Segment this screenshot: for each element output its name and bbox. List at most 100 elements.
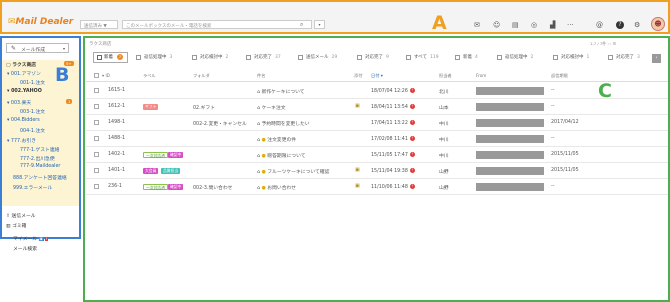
row-subject[interactable]: ⌂ 予約時間を変更したい	[257, 120, 310, 127]
table-row[interactable]: 1401-1 大会員 品質担当 ⌂ ● フルーツケーキについて確認 ▣ 15/1…	[86, 163, 668, 179]
tab-all[interactable]: すべて 119	[406, 52, 439, 63]
row-subject[interactable]: ⌂ ● フルーツケーキについて確認	[257, 168, 329, 175]
row-checkbox[interactable]	[94, 168, 99, 173]
search-icon[interactable]: ⌕	[300, 21, 303, 29]
folder-item[interactable]: 001-1.注文	[20, 79, 45, 86]
alert-icon: !	[409, 136, 415, 141]
header-divider	[86, 81, 668, 82]
row-owner: 北川	[439, 90, 449, 95]
more-icon[interactable]: ···	[567, 21, 574, 29]
row-subject[interactable]: ⌂ ● 注文変更の件	[257, 136, 296, 143]
col-header-deadline[interactable]: 返信期限	[551, 73, 568, 79]
col-header-subject[interactable]: 件名	[257, 73, 265, 79]
select-all-checkbox[interactable]	[94, 73, 99, 78]
row-subject[interactable]: ⌂ ● 贈答期限について	[257, 152, 306, 159]
attachment-icon: ▣	[355, 103, 360, 109]
folder-item[interactable]: ▾ 004.Bidders	[7, 118, 40, 123]
row-date: 15/11/05 17:47!	[371, 152, 415, 158]
table-row[interactable]: 1488-1 ⌂ ● 注文変更の件 17/02/08 11:41! 中川 --	[86, 131, 668, 147]
tab-considering-2[interactable]: 対応検討中 1	[553, 52, 589, 63]
folder-item[interactable]: ▾ 003.楽天	[7, 99, 31, 106]
row-checkbox[interactable]	[94, 120, 99, 125]
folder-item[interactable]: ▾ 001.アマゾン	[7, 70, 41, 77]
tab-new[interactable]: 新着 7	[93, 52, 128, 63]
search-options-dropdown[interactable]: ▾	[314, 20, 325, 29]
folder-item[interactable]: 777-2.出川急便	[20, 155, 55, 162]
table-row[interactable]: 1615-1 ⌂ 新作ケーキについて 18/07/04 12:26! 北川 --	[86, 83, 668, 99]
folder-item[interactable]: 777-9.Maildealer	[20, 164, 60, 169]
tab-replying[interactable]: 返信処理中 3	[136, 52, 172, 63]
folder-item[interactable]: ▾ 777.お引き	[7, 137, 36, 144]
folder-item[interactable]: 004-1.注文	[20, 127, 45, 134]
row-owner: 山本	[439, 106, 449, 111]
col-header-attachment[interactable]: 添付	[354, 73, 362, 79]
tab-considering[interactable]: 対応検討中 2	[192, 52, 228, 63]
row-deadline: 2017/04/12	[551, 120, 579, 125]
col-header-date[interactable]: 日付 ▾	[371, 73, 383, 79]
row-checkbox[interactable]	[94, 152, 99, 157]
row-checkbox[interactable]	[94, 104, 99, 109]
mail-icon[interactable]: ✉	[474, 21, 480, 29]
folder-item[interactable]: 888.アンケート回答連絡	[13, 174, 67, 181]
smile-icon[interactable]: ☺	[493, 21, 500, 29]
row-subject[interactable]: ⌂ ケーキ注文	[257, 104, 286, 111]
alert-icon: !	[409, 152, 415, 157]
tab-sent[interactable]: 送信メール 29	[298, 52, 337, 63]
gear-icon[interactable]: ⚙	[634, 21, 640, 29]
my-mail-link[interactable]: マイメール ▣!	[13, 235, 49, 242]
row-checkbox[interactable]	[94, 184, 99, 189]
search-input[interactable]: このメールボックスのメール・電話を検索	[122, 20, 312, 29]
trash-link[interactable]: ▥ ゴミ箱	[6, 222, 26, 229]
folder-item[interactable]: 777-1.ゲスト連絡	[20, 146, 59, 153]
tab-done-2[interactable]: 対応完了 9	[357, 52, 389, 63]
row-subject[interactable]: ⌂ 新作ケーキについて	[257, 88, 305, 95]
alert-icon: !	[409, 168, 415, 173]
row-from-redacted	[476, 167, 544, 175]
alert-icon: !	[409, 88, 415, 93]
col-header-owner[interactable]: 担当者	[439, 73, 452, 79]
document-icon[interactable]: ▤	[512, 21, 519, 29]
app-logo[interactable]: ✉Mail Dealer	[8, 17, 73, 27]
table-row[interactable]: 1612-1 ギフト 02.ギフト ⌂ ケーキ注文 ▣ 18/04/11 13:…	[86, 99, 668, 115]
row-deadline: --	[551, 88, 555, 93]
unread-badge: 1	[66, 99, 73, 104]
my-mail-count-icon: !	[44, 237, 49, 241]
mailbox-select[interactable]: 送信済み ▼	[80, 20, 118, 29]
tabs-next-button[interactable]: ›	[652, 54, 661, 63]
row-id: 1612-1	[108, 104, 125, 109]
tab-checkbox	[97, 55, 102, 60]
table-row[interactable]: 1402-1 一次対応済 確認中 ⌂ ● 贈答期限について 15/11/05 1…	[86, 147, 668, 163]
avatar[interactable]: ☻	[651, 17, 665, 31]
chat-icon[interactable]: ◎	[531, 21, 537, 29]
mail-search-link[interactable]: メール検索	[13, 245, 37, 252]
folder-root[interactable]: ▢ ラクス商店	[6, 61, 36, 68]
sent-mail-link[interactable]: ⇪ 送信メール	[6, 212, 36, 219]
tab-done[interactable]: 対応完了 37	[246, 52, 281, 63]
pagination-info[interactable]: 1-7 / 7件 ‹ › ☰	[590, 41, 616, 47]
tab-done-3[interactable]: 対応完了 3	[608, 52, 640, 63]
row-owner: 中川	[439, 154, 449, 159]
col-header-label[interactable]: ラベル	[143, 73, 156, 79]
help-icon[interactable]: ?	[616, 21, 624, 29]
chart-icon[interactable]: ▟	[550, 21, 555, 29]
col-header-from[interactable]: From	[476, 73, 486, 78]
folder-item[interactable]: ▾ 002.YAHOO	[7, 89, 42, 94]
row-folder: 002-3.問い合わせ	[193, 186, 233, 191]
table-row[interactable]: 1498-1 002-2.変更・キャンセル ⌂ 予約時間を変更したい 17/04…	[86, 115, 668, 131]
col-header-folder[interactable]: フォルダ	[193, 73, 210, 79]
row-owner: 中川	[439, 138, 449, 143]
at-icon[interactable]: @	[596, 21, 603, 29]
compose-mail-button[interactable]: ✎ メール作成 ▾	[6, 43, 69, 53]
row-subject[interactable]: ⌂ ● お問い合わせ	[257, 184, 296, 191]
row-date: 18/04/11 13:54!	[371, 104, 415, 110]
row-label-2: 確認中	[168, 152, 184, 158]
row-checkbox[interactable]	[94, 136, 99, 141]
col-header-id[interactable]: ▾ ID	[102, 73, 110, 78]
tab-replying-2[interactable]: 返信処理中 2	[497, 52, 533, 63]
folder-item[interactable]: 999.エラーメール	[13, 184, 52, 191]
folder-item[interactable]: 003-1.注文	[20, 108, 45, 115]
table-row[interactable]: 236-1 一次対応済 確認中 002-3.問い合わせ ⌂ ● お問い合わせ ▣…	[86, 179, 668, 195]
row-deadline: 2015/11/05	[551, 152, 579, 157]
row-checkbox[interactable]	[94, 88, 99, 93]
tab-new-2[interactable]: 新着 4	[455, 52, 478, 63]
